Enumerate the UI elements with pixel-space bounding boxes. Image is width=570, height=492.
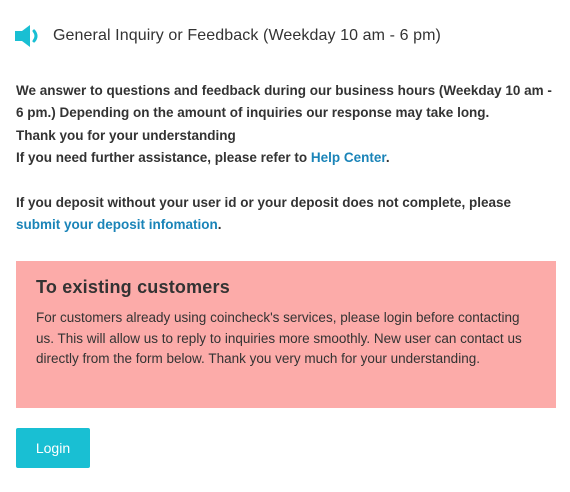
login-button[interactable]: Login <box>16 428 90 468</box>
intro-text: We answer to questions and feedback duri… <box>16 80 556 237</box>
deposit-suffix: . <box>217 217 222 233</box>
section-title: General Inquiry or Feedback (Weekday 10 … <box>53 27 441 44</box>
speaker-icon <box>15 22 43 50</box>
section-header: General Inquiry or Feedback (Weekday 10 … <box>15 22 441 50</box>
help-center-text: If you need further assistance, please r… <box>16 147 556 169</box>
help-center-suffix: . <box>385 149 390 165</box>
deposit-info-link[interactable]: submit your deposit infomation <box>16 217 218 232</box>
deposit-text: If you deposit without your user id or y… <box>16 192 556 237</box>
deposit-prefix: If you deposit without your user id or y… <box>16 195 512 211</box>
notice-title: To existing customers <box>36 277 230 297</box>
existing-customers-notice: To existing customers For customers alre… <box>16 261 556 408</box>
business-hours-text: We answer to questions and feedback duri… <box>16 83 552 121</box>
notice-body: For customers already using coincheck's … <box>36 310 522 366</box>
help-center-prefix: If you need further assistance, please r… <box>16 149 311 165</box>
help-center-link[interactable]: Help Center <box>311 150 386 165</box>
thanks-text: Thank you for your understanding <box>16 127 236 143</box>
